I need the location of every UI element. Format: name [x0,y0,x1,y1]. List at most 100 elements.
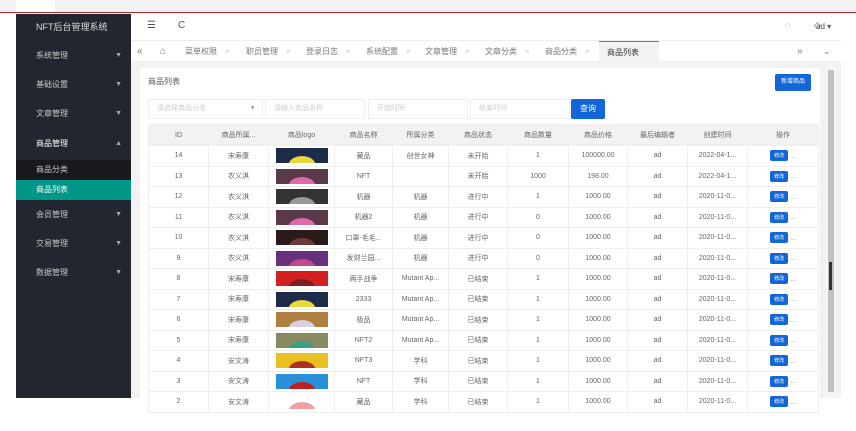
more-actions[interactable]: ... [790,173,796,180]
cell-created: 2020-11-0... [687,309,748,331]
more-actions[interactable]: ... [790,214,796,221]
product-logo-image [275,168,328,184]
tabs-dropdown-icon[interactable]: ⌄ [823,41,831,62]
caret-down-icon: ▼ [115,269,122,276]
sidebar-item-products[interactable]: 商品管理 ▲ [16,128,131,160]
edit-button[interactable]: 修改 [770,252,789,264]
tab-article-category[interactable]: 文章分类 × [485,41,530,62]
table-row[interactable]: 11 农义淇 机器2 机器 进行中 0 1000.00 ad 2020-11-0... 修改... [148,206,819,228]
edit-button[interactable]: 修改 [770,232,789,244]
close-icon[interactable]: × [465,47,470,56]
scrollbar-thumb[interactable] [828,70,834,392]
edit-button[interactable]: 修改 [770,396,789,408]
tab-articles[interactable]: 文章管理 × [425,41,470,62]
tab-label: 商品分类 [545,47,577,56]
more-actions[interactable]: ... [790,317,796,324]
more-actions[interactable]: ... [790,358,796,365]
cell-created: 2020-11-0... [687,288,748,310]
more-actions[interactable]: ... [790,255,796,262]
product-logo-image [275,148,328,164]
edit-button[interactable]: 修改 [770,273,789,285]
tab-login-log[interactable]: 登录日志 × [306,41,351,62]
column-header: 商品名称 [334,124,393,146]
product-name-input[interactable]: 请输入商品名称 [265,99,365,119]
cell-actions: 修改... [747,247,819,269]
more-actions[interactable]: ... [790,296,796,303]
close-icon[interactable]: × [225,47,230,56]
user-menu[interactable]: ad ▾ [816,22,831,31]
theme-icon[interactable]: ◌ [785,20,790,30]
close-icon[interactable]: × [286,47,291,56]
table-row[interactable]: 2 安文涛 藏品 学科 已结束 1 1000.00 ad 2020-11-0... 修改... [148,391,819,413]
edit-button[interactable]: 修改 [770,191,789,203]
table-row[interactable]: 4 安文涛 NFT3 学科 已结束 1 1000.00 ad 2020-11-0... 修改... [148,350,819,372]
table-row[interactable]: 5 宋寿康 NFT2 Mutant Ap... 已结束 1 1000.00 ad 2020-11… [148,329,819,351]
table-row[interactable]: 14 宋寿康 藏品 创世女神 未开始 1 100000.00 ad 2022-04-1... 修改… [148,145,819,167]
sidebar-item-system[interactable]: 系统管理 ▼ [16,41,131,70]
more-actions[interactable]: ... [790,194,796,201]
tabs-scroll-left-icon[interactable]: « [137,41,143,62]
close-icon[interactable]: × [585,47,590,56]
caret-down-icon: ▼ [115,52,122,59]
close-icon[interactable]: × [406,47,411,56]
more-actions[interactable]: ... [790,153,796,160]
tab-menu-permissions[interactable]: 菜单权限 × [185,41,230,62]
edit-button[interactable]: 修改 [770,375,789,387]
tab-product-category[interactable]: 商品分类 × [545,41,590,62]
edit-button[interactable]: 修改 [770,334,789,346]
sidebar-item-members[interactable]: 会员管理 ▼ [16,200,131,229]
tab-staff[interactable]: 职员管理 × [246,41,291,62]
cell-status: 已结束 [448,370,508,392]
more-actions[interactable]: ... [790,276,796,283]
tab-system-config[interactable]: 系统配置 × [366,41,411,62]
more-actions[interactable]: ... [790,399,796,406]
table-row[interactable]: 7 宋寿康 2333 Mutant Ap... 已结束 1 1000.00 ad 2020-11… [148,288,819,310]
column-header: 商品数量 [507,124,569,146]
category-select[interactable]: 请选择商品分类 ▼ [148,99,263,119]
edit-button[interactable]: 修改 [770,150,789,162]
cell-price: 1000.00 [568,329,628,351]
table-row[interactable]: 10 农义淇 口罩-毛毛... 机器 进行中 0 1000.00 ad 2020-11-0...… [148,227,819,249]
sidebar-item-data[interactable]: 数据管理 ▼ [16,258,131,287]
menu-toggle-icon[interactable]: ☰ [147,20,156,31]
more-actions[interactable]: ... [790,378,796,385]
cell-actions: 修改... [747,329,819,351]
tab-label: 登录日志 [306,47,338,56]
end-time-input[interactable]: 结束时间 [470,99,570,119]
sidebar-item-trades[interactable]: 交易管理 ▼ [16,229,131,258]
cell-actions: 修改... [747,165,819,187]
sidebar-item-articles[interactable]: 文章管理 ▼ [16,99,131,128]
more-actions[interactable]: ... [790,337,796,344]
cell-name: 极品 [334,309,393,331]
edit-button[interactable]: 修改 [770,211,789,223]
home-tab-icon[interactable]: ⌂ [160,41,166,62]
table-row[interactable]: 3 安文涛 NFT 学科 已结束 1 1000.00 ad 2020-11-0... 修改... [148,370,819,392]
close-icon[interactable]: × [525,47,530,56]
sidebar-sub-product-list[interactable]: 商品列表 [16,180,131,200]
edit-button[interactable]: 修改 [770,293,789,305]
table-row[interactable]: 6 宋寿康 极品 Mutant Ap... 已结束 1 1000.00 ad 2020-11-0… [148,309,819,331]
tab-product-list[interactable]: 商品列表× [599,41,659,78]
sidebar-item-basic-settings[interactable]: 基础设置 ▼ [16,70,131,99]
sidebar-sub-product-category[interactable]: 商品分类 [16,160,131,180]
table-row[interactable]: 13 农义淇 NFT 未开始 1000 198.00 ad 2022-04-1... 修改... [148,165,819,187]
table-row[interactable]: 9 农义淇 发财兰园... 机器 进行中 0 1000.00 ad 2020-11-0... 修改… [148,247,819,269]
edit-button[interactable]: 修改 [770,355,789,367]
cell-price: 1000.00 [568,268,628,290]
caret-down-icon: ▼ [115,110,122,117]
cell-category: Mutant Ap... [392,288,449,310]
tabs-scroll-right-icon[interactable]: » [797,41,803,62]
column-header: 商品logo [268,124,335,146]
cell-editor: ad [627,391,688,413]
edit-button[interactable]: 修改 [770,170,789,182]
refresh-icon[interactable]: C [178,20,185,31]
start-time-input[interactable]: 开始时间 [368,99,468,119]
edit-button[interactable]: 修改 [770,314,789,326]
close-icon[interactable]: × [346,47,351,56]
query-button[interactable]: 查询 [571,99,605,119]
more-actions[interactable]: ... [790,235,796,242]
cell-logo [268,288,335,310]
add-product-button[interactable]: 新增商品 [775,74,811,91]
table-row[interactable]: 8 宋寿康 两手战争 Mutant Ap... 已结束 1 1000.00 ad 2020-11… [148,268,819,290]
table-row[interactable]: 12 农义淇 机器 机器 进行中 1 1000.00 ad 2020-11-0... 修改... [148,186,819,208]
